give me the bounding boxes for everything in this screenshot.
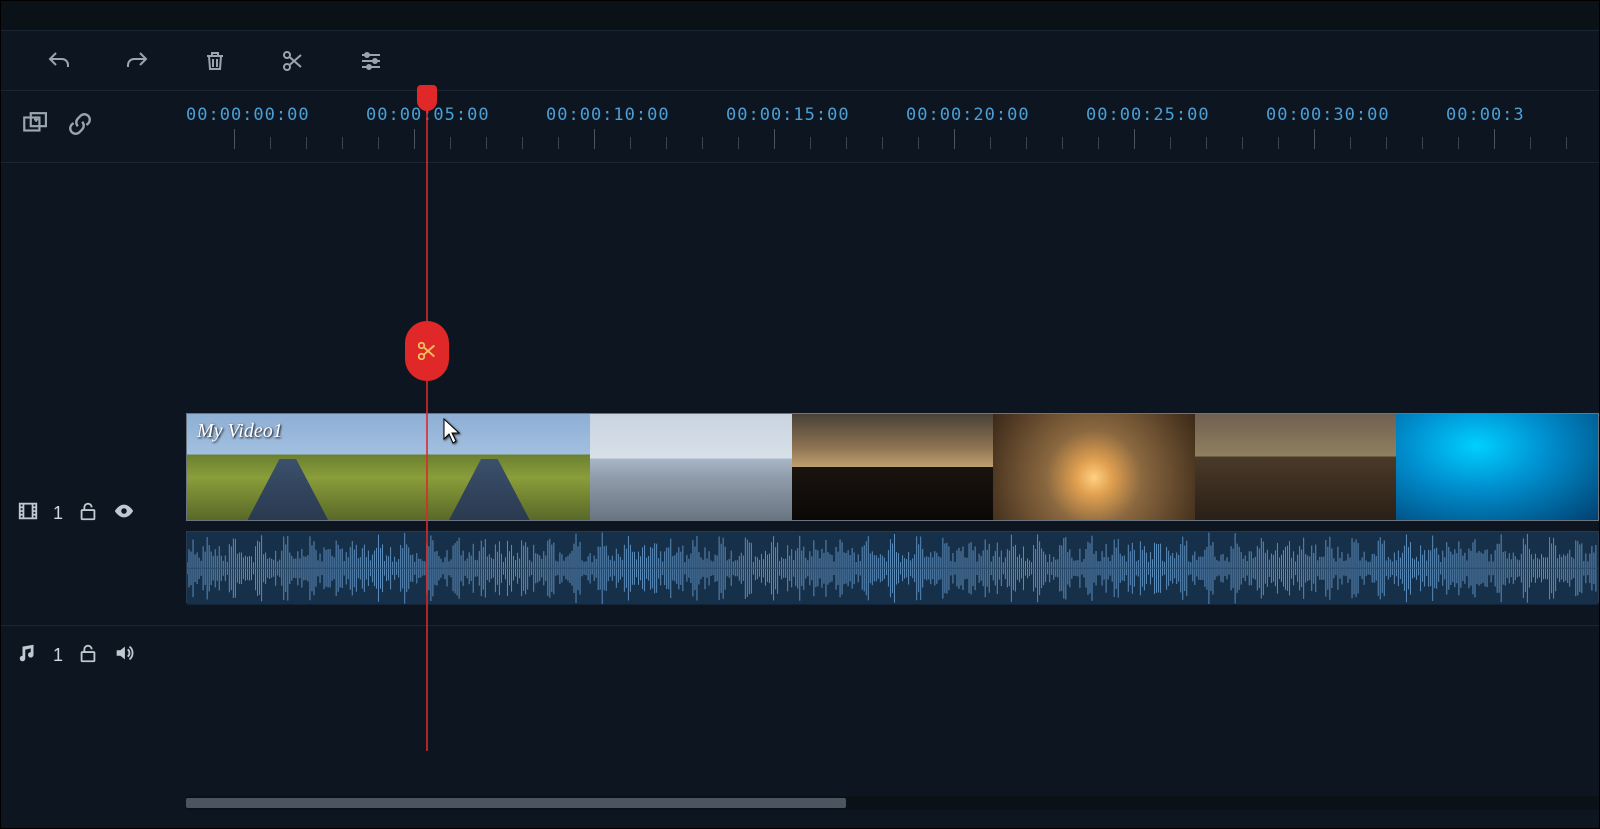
clip-thumb (1195, 414, 1397, 520)
add-marker-icon[interactable] (21, 111, 47, 142)
timeline-toolbar (1, 31, 1599, 91)
horizontal-scrollbar[interactable] (186, 796, 1599, 810)
music-note-icon (17, 642, 39, 669)
video-track: 1 My Video1 (1, 413, 1599, 613)
tab-strip (1, 1, 1599, 31)
ruler-tick-label: 00:00:15:00 (726, 105, 850, 125)
ruler-row: 00:00:00:0000:00:05:0000:00:10:0000:00:1… (1, 91, 1599, 163)
lock-icon[interactable] (77, 500, 99, 527)
video-track-header: 1 (1, 413, 186, 613)
music-track-header: 1 (1, 626, 186, 685)
playhead-handle[interactable] (417, 85, 437, 111)
ruler-tick-label: 00:00:25:00 (1086, 105, 1210, 125)
music-track: 1 (1, 625, 1599, 685)
ruler-tick-label: 00:00:30:00 (1266, 105, 1390, 125)
audio-waveform[interactable] (186, 531, 1599, 603)
clip-thumb: My Video1 (187, 414, 389, 520)
split-bubble-button[interactable] (405, 321, 449, 381)
ruler-tick-label: 00:00:00:00 (186, 105, 310, 125)
speaker-icon[interactable] (113, 642, 135, 669)
time-ruler[interactable]: 00:00:00:0000:00:05:0000:00:10:0000:00:1… (186, 91, 1599, 162)
settings-button[interactable] (353, 43, 389, 79)
ruler-controls (1, 91, 186, 162)
undo-button[interactable] (41, 43, 77, 79)
lock-icon[interactable] (77, 642, 99, 669)
clip-thumb (389, 414, 591, 520)
clip-thumb (590, 414, 792, 520)
film-icon (17, 500, 39, 527)
link-icon[interactable] (67, 111, 93, 142)
scrollbar-thumb[interactable] (186, 798, 846, 808)
clip-thumb (792, 414, 994, 520)
visibility-icon[interactable] (113, 500, 135, 527)
video-track-index: 1 (53, 503, 63, 524)
ruler-tick-label: 00:00:3 (1446, 105, 1525, 125)
redo-button[interactable] (119, 43, 155, 79)
ruler-tick-label: 00:00:10:00 (546, 105, 670, 125)
music-track-body[interactable] (186, 626, 1599, 685)
delete-button[interactable] (197, 43, 233, 79)
split-button[interactable] (275, 43, 311, 79)
clip-title: My Video1 (197, 420, 283, 443)
ruler-tick-label: 00:00:20:00 (906, 105, 1030, 125)
video-track-body[interactable]: My Video1 (186, 413, 1599, 613)
music-track-index: 1 (53, 645, 63, 666)
video-clip[interactable]: My Video1 (186, 413, 1599, 521)
video-editor-timeline: 00:00:00:0000:00:05:0000:00:10:0000:00:1… (0, 0, 1600, 829)
clip-thumb (1396, 414, 1598, 520)
clip-thumb (993, 414, 1195, 520)
